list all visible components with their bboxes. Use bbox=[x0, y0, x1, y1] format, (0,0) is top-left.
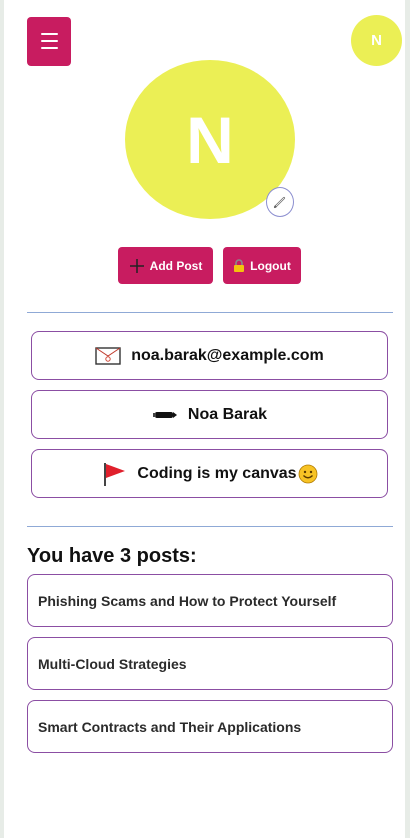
name-box: Noa Barak bbox=[31, 390, 388, 439]
red-flag-icon bbox=[104, 462, 126, 486]
divider bbox=[27, 312, 393, 313]
bio-line: Coding is my canvas bbox=[137, 464, 317, 484]
pencil-icon bbox=[273, 196, 286, 209]
header-avatar[interactable]: N bbox=[351, 15, 402, 66]
post-item[interactable]: Phishing Scams and How to Protect Yourse… bbox=[27, 574, 393, 627]
hamburger-menu-icon bbox=[41, 40, 58, 42]
bio-box: Coding is my canvas bbox=[31, 449, 388, 498]
logout-label: Logout bbox=[250, 258, 291, 273]
hamburger-menu-icon bbox=[41, 47, 58, 49]
edit-avatar-button[interactable] bbox=[266, 187, 294, 217]
email-text: noa.barak@example.com bbox=[131, 346, 324, 364]
smiley-face-icon bbox=[298, 464, 317, 483]
post-item[interactable]: Multi-Cloud Strategies bbox=[27, 637, 393, 690]
post-item[interactable]: Smart Contracts and Their Applications bbox=[27, 700, 393, 753]
envelope-icon bbox=[95, 346, 121, 365]
name-text: Noa Barak bbox=[187, 405, 268, 423]
add-post-label: Add Post bbox=[149, 258, 203, 273]
posts-heading: You have 3 posts: bbox=[27, 545, 197, 567]
divider bbox=[27, 526, 393, 527]
logout-button[interactable]: Logout bbox=[223, 247, 301, 284]
profile-page: N N Add Post Logout noa.barak@example.co… bbox=[4, 0, 405, 838]
menu-button[interactable] bbox=[27, 17, 71, 66]
hamburger-menu-icon bbox=[41, 33, 58, 35]
add-post-button[interactable]: Add Post bbox=[118, 247, 213, 284]
pen-icon bbox=[152, 411, 177, 418]
email-box: noa.barak@example.com bbox=[31, 331, 388, 380]
plus-icon bbox=[129, 258, 144, 273]
lock-icon bbox=[234, 258, 245, 272]
bio-text: Coding is my canvas bbox=[137, 464, 297, 482]
